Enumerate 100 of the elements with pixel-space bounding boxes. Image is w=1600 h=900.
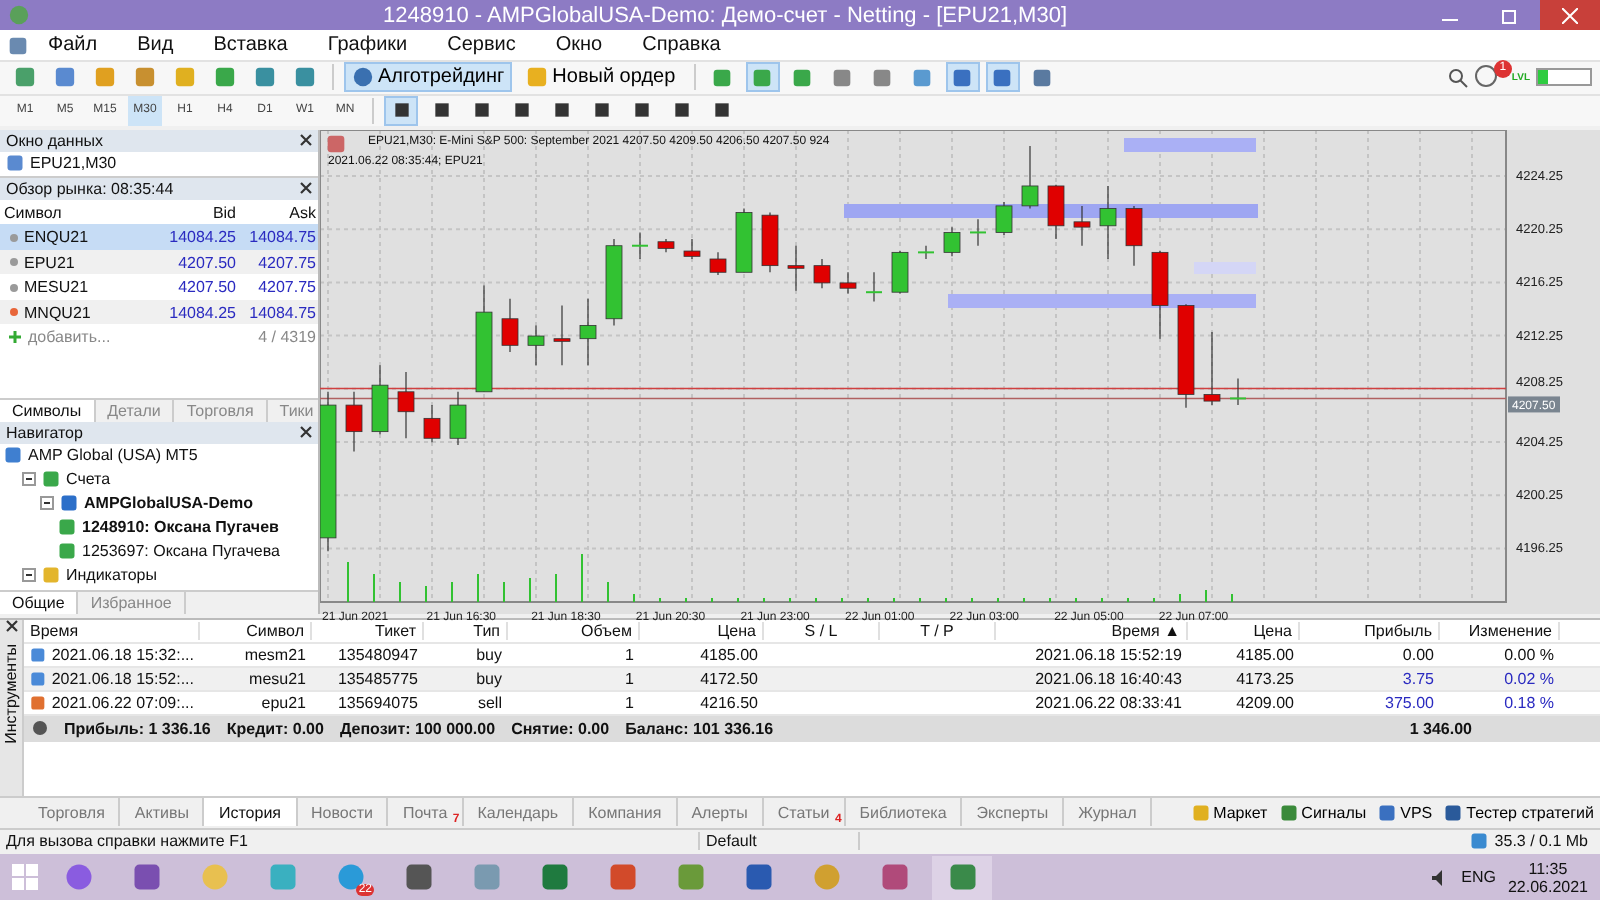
app-icon — [199, 862, 229, 893]
menu-item[interactable]: Файл — [28, 34, 118, 57]
table-cell-text: 135694075 — [335, 693, 420, 711]
symbol-row[interactable]: ENQU21 14084.25 14084.75 — [0, 224, 318, 250]
service-button[interactable]: Тестер стратегий — [1438, 803, 1600, 822]
service-button[interactable]: Сигналы — [1273, 803, 1373, 822]
toolbox-tab[interactable]: Журнал — [1064, 798, 1153, 827]
table-cell-text: 2021.06.22 08:33:41 — [1033, 693, 1184, 711]
column-header[interactable]: Тип — [424, 621, 508, 639]
menu-item[interactable]: Справка — [622, 34, 741, 57]
column-header[interactable]: Прибыль — [1300, 621, 1440, 639]
column-header[interactable]: Время ▲ — [996, 621, 1188, 639]
table-cell-text: epu21 — [259, 693, 308, 711]
app-icon — [131, 862, 161, 893]
candle — [1229, 377, 1247, 406]
app-icon — [879, 862, 909, 893]
close-icon[interactable] — [300, 426, 312, 439]
column-header[interactable]: Тикет — [312, 621, 424, 639]
toolbar-icon[interactable] — [945, 62, 980, 93]
toolbox-tab[interactable]: Эксперты — [962, 798, 1065, 827]
tree-item[interactable]: AMPGlobalUSA-Demo — [84, 494, 253, 513]
candle — [1203, 331, 1221, 406]
language-indicator[interactable]: ENG — [1461, 868, 1496, 887]
tree-item[interactable]: 1248910: Оксана Пугачев — [82, 518, 279, 537]
close-icon[interactable] — [5, 619, 17, 631]
close-icon — [1562, 7, 1578, 23]
tree-item[interactable]: Счета — [66, 470, 111, 489]
profile-name: Default — [700, 832, 860, 851]
symbol-count: 4 / 4319 — [256, 328, 318, 347]
close-icon[interactable] — [300, 134, 312, 147]
ask-price: 4207.75 — [256, 253, 318, 272]
menu-item[interactable]: Сервис — [427, 34, 536, 57]
candle — [995, 201, 1013, 236]
service-button[interactable]: VPS — [1372, 803, 1439, 822]
column-header[interactable]: Bid — [160, 203, 240, 222]
toolbar-button[interactable]: Новый ордер — [518, 62, 684, 93]
table-cell: 2021.06.18 15:32:... — [24, 645, 200, 663]
collapse-icon[interactable] — [40, 496, 54, 511]
column-header[interactable]: Цена — [640, 621, 764, 639]
toolbox-tab[interactable]: Новости — [297, 798, 389, 827]
column-header[interactable]: Символ — [0, 203, 160, 222]
search-icon[interactable] — [1447, 67, 1468, 88]
table-cell-text: 1 — [623, 693, 636, 711]
toolbox-tab[interactable]: Календарь — [463, 798, 575, 827]
candle — [527, 324, 545, 366]
collapse-icon[interactable] — [22, 568, 36, 583]
table-cell-text: 4185.00 — [1234, 645, 1296, 663]
symbol-name: EPU21 — [24, 253, 75, 272]
panel-tab[interactable]: Общие — [0, 591, 79, 613]
candle — [1099, 185, 1117, 260]
add-symbol-link[interactable]: добавить... — [28, 328, 111, 347]
toolbox-tab[interactable]: История — [204, 798, 298, 827]
column-header[interactable]: Время — [24, 621, 200, 639]
column-header[interactable]: Изменение — [1440, 621, 1560, 639]
candle — [501, 297, 519, 353]
panel-tab[interactable]: Символы — [0, 399, 96, 424]
add-icon[interactable] — [8, 330, 22, 345]
symbol-row[interactable]: MNQU21 14084.25 14084.75 — [0, 299, 318, 325]
menu-item[interactable]: Графики — [307, 34, 428, 57]
app-icon — [267, 862, 297, 893]
candle — [787, 244, 805, 292]
toolbox-tab[interactable]: Алерты — [677, 798, 764, 827]
close-button[interactable] — [1540, 0, 1600, 30]
tree-item[interactable]: Индикаторы — [66, 566, 157, 585]
taskbar-app-icon[interactable] — [932, 855, 992, 900]
column-header[interactable]: Ask — [240, 203, 320, 222]
candle — [423, 404, 441, 443]
toolbar-button[interactable]: Алготрейдинг — [344, 62, 513, 93]
symbol-select[interactable]: EPU21,M30 — [0, 151, 318, 178]
menu-item[interactable]: Вставка — [193, 34, 308, 57]
table-cell-text: sell — [475, 693, 504, 711]
menu-item[interactable]: Вид — [117, 34, 194, 57]
toolbox-tab[interactable]: Компания — [574, 798, 678, 827]
windows-start-icon[interactable] — [12, 863, 40, 892]
toolbar-icon[interactable] — [985, 62, 1020, 93]
toolbox-tab[interactable]: Библиотека — [845, 798, 963, 827]
toolbox-tab[interactable]: Торговля — [24, 798, 121, 827]
tree-item[interactable]: AMP Global (USA) MT5 — [28, 446, 198, 465]
tree-item[interactable]: 1253697: Оксана Пугачева — [82, 542, 280, 561]
close-icon[interactable] — [300, 182, 312, 195]
service-button[interactable]: Маркет — [1185, 803, 1274, 822]
table-cell-text: 4209.00 — [1234, 693, 1296, 711]
column-header[interactable]: S / L — [764, 621, 880, 639]
table-cell-text: 1 — [623, 669, 636, 687]
candle — [735, 207, 753, 273]
collapse-icon[interactable] — [22, 472, 36, 487]
expand-icon[interactable] — [32, 720, 48, 736]
column-header[interactable]: Объем — [508, 621, 640, 639]
column-header[interactable]: Символ — [200, 621, 312, 639]
table-cell: 2021.06.22 07:09:... — [24, 693, 200, 711]
app-icon — [539, 862, 569, 893]
table-cell-text: 2021.06.18 16:40:43 — [1033, 669, 1184, 687]
column-header[interactable]: T / P — [880, 621, 996, 639]
ask-price: 4207.75 — [256, 278, 318, 297]
app-icon — [947, 862, 977, 893]
app-icon — [63, 862, 93, 893]
menu-item[interactable]: Окно — [535, 34, 623, 57]
candle — [449, 390, 467, 446]
column-header[interactable]: Цена — [1188, 621, 1300, 639]
symbol-row[interactable]: EPU21 4207.50 4207.75 — [0, 249, 318, 275]
